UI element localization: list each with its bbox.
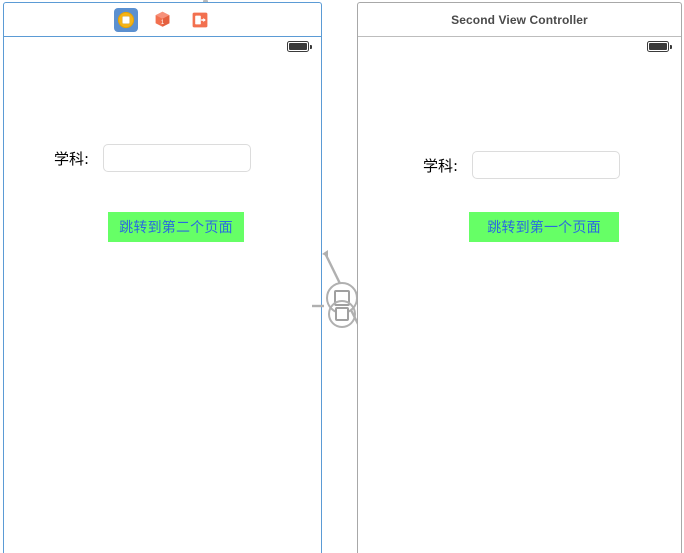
scene-first-view-controller[interactable]: 1 学科: 跳转到第二个页面 <box>3 2 322 553</box>
form-row-subject: 学科: <box>54 144 252 172</box>
view-controller-icon[interactable] <box>113 7 138 32</box>
status-bar-first <box>4 37 321 57</box>
subject-input[interactable] <box>472 151 621 179</box>
first-responder-icon[interactable]: 1 <box>151 8 175 32</box>
scene-body-second: 学科: 跳转到第一个页面 <box>358 57 681 552</box>
subject-label: 学科: <box>423 156 459 175</box>
subject-label: 学科: <box>54 149 90 168</box>
scene-title-second: Second View Controller <box>451 12 588 27</box>
exit-icon[interactable] <box>188 8 212 32</box>
form-row-subject: 学科: <box>423 151 621 179</box>
scene-dock-second: Second View Controller <box>358 3 681 37</box>
scene-second-view-controller[interactable]: Second View Controller 学科: 跳转到第一个页面 <box>357 2 682 553</box>
goto-second-page-button[interactable]: 跳转到第二个页面 <box>108 212 244 242</box>
dock-icon-list: 1 <box>113 7 212 32</box>
battery-icon <box>287 41 312 52</box>
storyboard-canvas: 1 学科: 跳转到第二个页面 Second View Controller 学科… <box>0 0 684 553</box>
battery-icon <box>647 41 672 52</box>
scene-dock-first: 1 <box>4 3 321 37</box>
scene-body-first: 学科: 跳转到第二个页面 <box>4 57 321 552</box>
goto-first-page-button[interactable]: 跳转到第一个页面 <box>469 212 619 242</box>
subject-input[interactable] <box>103 144 252 172</box>
status-bar-second <box>358 37 681 57</box>
